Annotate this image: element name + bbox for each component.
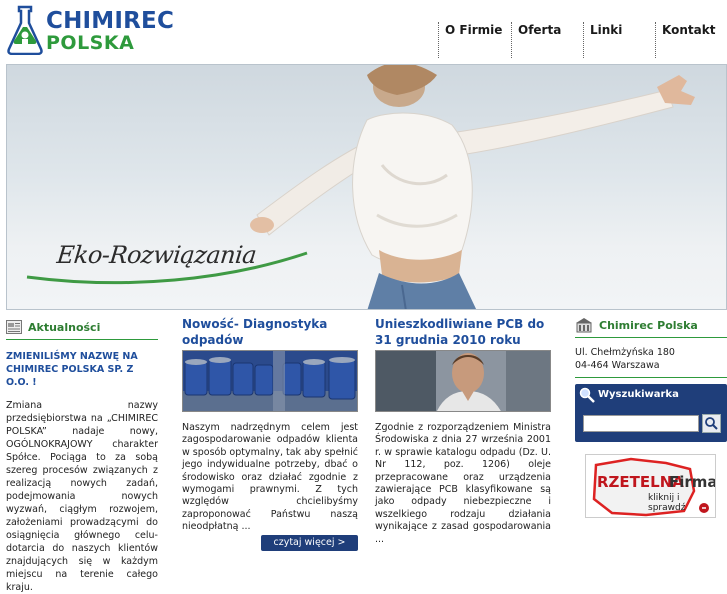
magnifier-icon — [579, 387, 595, 403]
article-image-barrels[interactable] — [182, 350, 358, 412]
nav-item-o-firmie[interactable]: O Firmie — [438, 22, 511, 58]
news-body: Zmiana nazwy przedsiębiorstwa na „CHIMIR… — [6, 400, 158, 593]
logo-text-polska: POLSKA — [46, 32, 135, 54]
address-city: 04-464 Warszawa — [575, 360, 660, 371]
article-body: Naszym nadrzędnym celem jest zagospodaro… — [182, 422, 358, 533]
badge-tagline: kliknij i sprawdź — [648, 493, 686, 513]
newspaper-icon — [6, 320, 22, 334]
hero-photo — [26, 65, 695, 309]
building-icon — [576, 318, 592, 333]
news-heading: Aktualności — [28, 320, 101, 334]
hero-caption: Eko-Rozwiązania — [55, 241, 258, 269]
read-more-button[interactable]: czytaj więcej > — [261, 535, 358, 551]
search-input[interactable] — [583, 415, 699, 432]
logo[interactable]: CHIMIREC POLSKA — [6, 5, 196, 57]
search-button[interactable] — [702, 414, 721, 433]
news-column: Aktualności ZMIENILIŚMY NAZWĘ NA CHIMIRE… — [6, 318, 158, 594]
logo-text-chimirec: CHIMIREC — [46, 8, 175, 34]
article-diagnostyka: Nowość- Diagnostyka odpadów Naszym nadrz… — [182, 316, 358, 551]
search-title: Wyszukiwarka — [598, 389, 679, 400]
hero-banner: Eko-Rozwiązania — [6, 64, 727, 310]
news-title[interactable]: ZMIENILIŚMY NAZWĘ NA CHIMIREC POLSKA SP.… — [6, 350, 158, 389]
main-nav: O Firmie Oferta Linki Kontakt — [438, 22, 727, 58]
news-header: Aktualności — [6, 318, 158, 340]
article-pcb: Unieszkodliwiane PCB do 31 grudnia 2010 … — [375, 316, 551, 546]
company-heading: Chimirec Polska — [599, 318, 698, 332]
company-address: Ul. Chełmżyńska 180 04-464 Warszawa — [575, 346, 727, 378]
article-title[interactable]: Unieszkodliwiane PCB do 31 grudnia 2010 … — [375, 316, 551, 350]
rzetelna-firma-badge[interactable]: RZETELNA Firma kliknij i sprawdź — [585, 454, 716, 518]
badge-word-firma: Firma — [669, 473, 716, 491]
nav-item-linki[interactable]: Linki — [583, 22, 655, 58]
nav-item-kontakt[interactable]: Kontakt — [655, 22, 727, 58]
article-title[interactable]: Nowość- Diagnostyka odpadów — [182, 316, 358, 350]
nav-item-oferta[interactable]: Oferta — [511, 22, 583, 58]
flask-logo-icon — [7, 5, 43, 55]
company-header: Chimirec Polska — [575, 316, 727, 338]
article-body: Zgodnie z rozporządzeniem Ministra Środo… — [375, 422, 551, 545]
search-panel: Wyszukiwarka — [575, 384, 727, 442]
address-street: Ul. Chełmżyńska 180 — [575, 347, 675, 358]
sidebar-right: Chimirec Polska Ul. Chełmżyńska 180 04-4… — [575, 316, 727, 518]
article-image-worker[interactable] — [375, 350, 551, 412]
search-icon — [705, 417, 718, 430]
